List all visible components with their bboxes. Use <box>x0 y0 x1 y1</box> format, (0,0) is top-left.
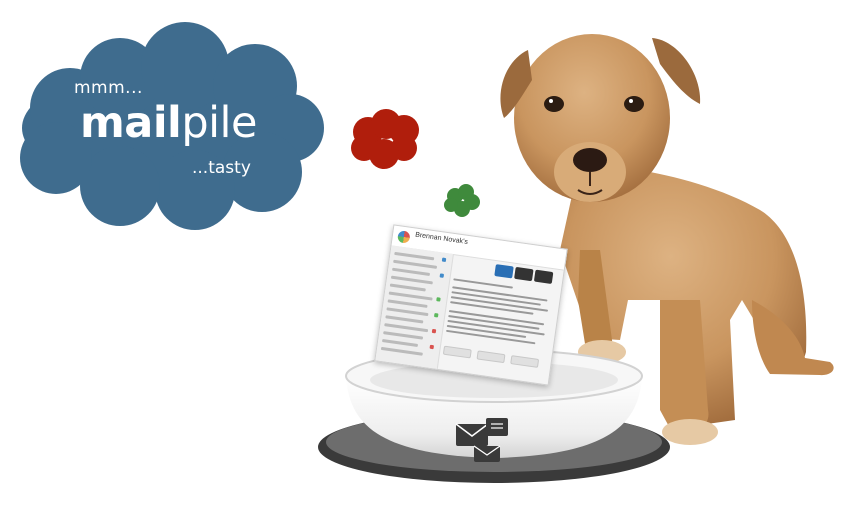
brand-bold: mail <box>80 98 182 148</box>
app-screenshot-card: Brennan Novak's <box>374 224 568 386</box>
mailpile-logo-text: mailpile <box>80 102 257 145</box>
cloud-text-tasty: ...tasty <box>192 158 251 178</box>
brand-regular: pile <box>181 98 257 148</box>
screenshot-message-body <box>441 259 559 380</box>
small-cloud-green <box>444 184 480 217</box>
screenshot-title: Brennan Novak's <box>414 231 469 246</box>
screenshot-sidebar <box>375 245 454 369</box>
cloud-text-mmm: mmm... <box>74 78 143 98</box>
small-cloud-red <box>351 109 419 169</box>
mailpile-logo-icon <box>397 230 411 244</box>
